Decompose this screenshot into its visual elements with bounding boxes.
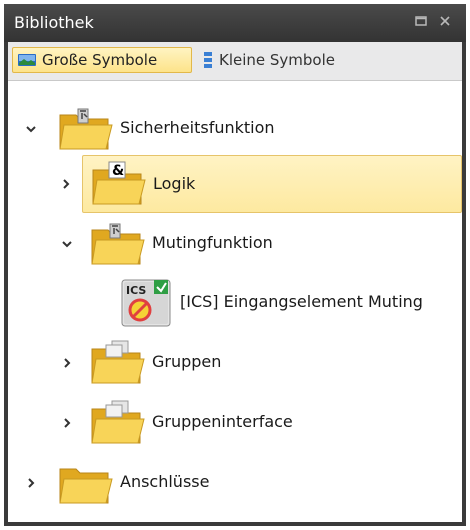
chevron-down-icon[interactable] [24,122,38,136]
folder-ampersand-icon: & [91,160,147,212]
chevron-down-icon[interactable] [60,237,74,251]
tree-item-mutingfunktion[interactable]: Mutingfunktion [8,218,462,270]
large-icons-icon [17,52,37,68]
small-icons-button[interactable]: Kleine Symbole [198,47,368,73]
tree-item-label: Sicherheitsfunktion [120,118,275,137]
panel-titlebar: Bibliothek [4,4,466,42]
small-icons-label: Kleine Symbole [219,51,336,69]
tree-item-label: Logik [153,174,196,193]
close-icon[interactable] [436,12,454,30]
chevron-right-icon[interactable] [24,476,38,490]
folder-robot-icon [90,220,146,272]
tree-item-logik[interactable]: & Logik [63,155,462,213]
folder-icon [58,459,114,511]
tree-item-label: [ICS] Eingangselement Muting [180,292,423,311]
tree-item-ics-eingangselement-muting[interactable]: ICS [ICS] Eingangselement Muting [8,274,462,332]
tree-item-label: Gruppeninterface [152,412,293,431]
folder-robot-icon [58,105,114,157]
chevron-right-icon[interactable] [60,356,74,370]
tree-item-anschluesse[interactable]: Anschlüsse [8,457,462,509]
library-tree: Sicherheitsfunktion & Logik Mutingfunkti… [8,81,462,522]
chevron-right-icon[interactable] [59,177,73,191]
tree-item-label: Gruppen [152,352,222,371]
svg-text:&: & [112,163,124,179]
tree-item-label: Anschlüsse [120,472,210,491]
folder-group-icon [90,339,146,391]
ics-badge-text: ICS [126,284,146,297]
small-icons-icon [202,51,214,69]
tree-item-gruppen[interactable]: Gruppen [8,337,462,389]
chevron-right-icon[interactable] [60,416,74,430]
ics-block-icon: ICS [120,278,174,328]
panel-title: Bibliothek [14,13,94,32]
tree-item-sicherheitsfunktion[interactable]: Sicherheitsfunktion [8,103,462,155]
view-toolbar: Große Symbole Kleine Symbole [8,42,462,81]
large-icons-button[interactable]: Große Symbole [12,47,192,73]
maximize-icon[interactable] [412,12,430,30]
tree-item-label: Mutingfunktion [152,233,273,252]
large-icons-label: Große Symbole [42,51,158,69]
tree-item-gruppeninterface[interactable]: Gruppeninterface [8,397,462,449]
folder-group-icon [90,399,146,451]
